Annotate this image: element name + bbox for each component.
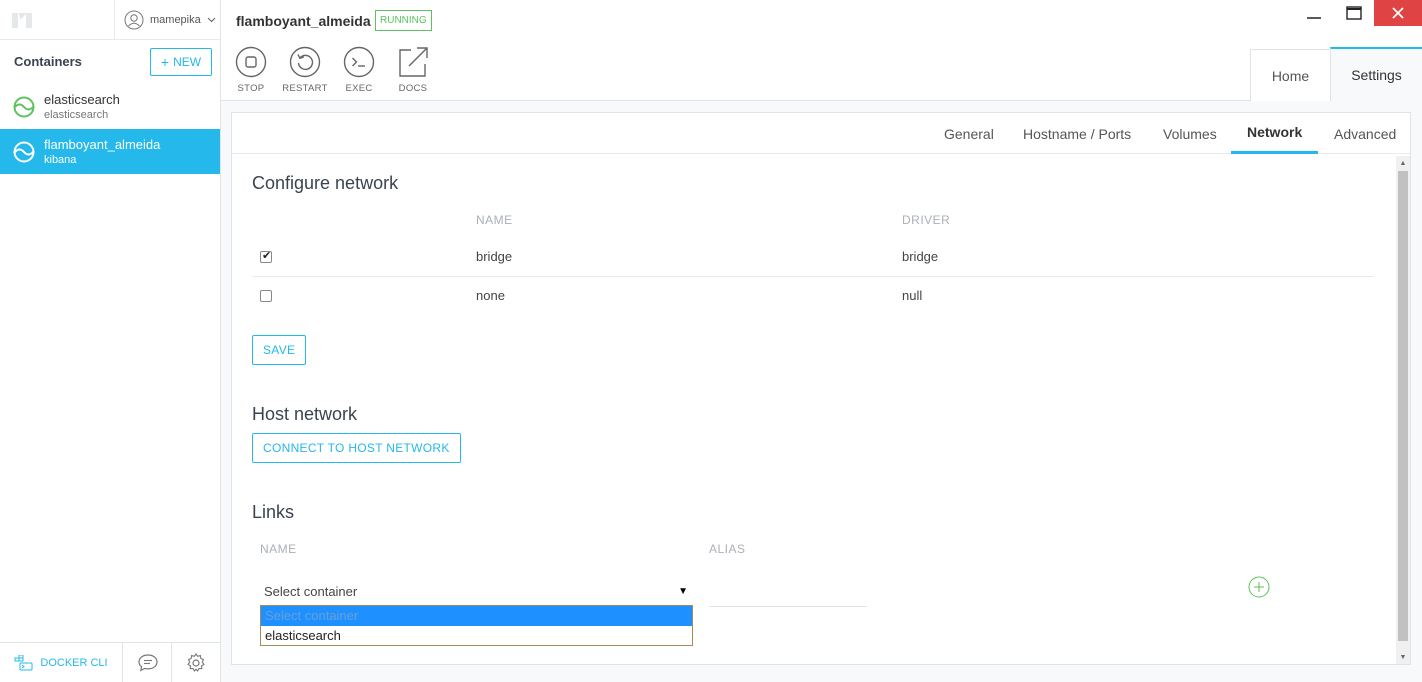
minimize-icon <box>1307 17 1321 19</box>
external-link-icon <box>399 47 428 77</box>
docs-button[interactable]: DOCS <box>388 46 438 94</box>
scrollbar-thumb[interactable] <box>1398 171 1408 641</box>
divider <box>114 0 115 40</box>
plus-icon: + <box>160 54 170 70</box>
network-checkbox-none[interactable] <box>260 290 272 302</box>
status-badge: RUNNING <box>375 10 432 31</box>
tab-home[interactable]: Home <box>1250 49 1330 101</box>
settings-panel: General Hostname / Ports Volumes Network… <box>231 112 1411 665</box>
user-menu[interactable]: mamepika <box>124 10 216 30</box>
chat-bubble-icon <box>137 654 158 672</box>
row-divider <box>252 276 1374 277</box>
close-icon <box>1392 7 1404 19</box>
save-network-button[interactable]: SAVE <box>252 335 307 365</box>
container-header: flamboyant_almeida RUNNING STOP RESTART … <box>221 0 1422 101</box>
scroll-down-icon[interactable]: ▼ <box>1396 650 1410 664</box>
container-select[interactable]: Select container ▼ <box>260 577 692 605</box>
connect-host-network-button[interactable]: CONNECT TO HOST NETWORK <box>252 433 461 463</box>
docker-cli-button[interactable]: DOCKER CLI <box>0 643 123 682</box>
container-image: kibana <box>44 154 77 166</box>
main-area: General Hostname / Ports Volumes Network… <box>221 101 1422 682</box>
settings-subtabs: General Hostname / Ports Volumes Network… <box>232 113 1410 154</box>
configure-network-title: Configure network <box>252 173 399 193</box>
tab-settings[interactable]: Settings <box>1330 47 1422 101</box>
subtab-hostname-ports[interactable]: Hostname / Ports <box>1007 113 1147 154</box>
links-title: Links <box>252 502 295 522</box>
user-avatar-icon <box>124 10 144 30</box>
network-name-header: NAME <box>476 213 513 227</box>
links-name-header: NAME <box>260 542 297 556</box>
sidebar: mamepika Containers + NEW elasticsearch … <box>0 0 221 682</box>
stop-button[interactable]: STOP <box>226 46 276 94</box>
sidebar-top-bar: mamepika <box>0 0 220 40</box>
container-running-icon <box>13 96 35 118</box>
stop-icon <box>235 46 267 78</box>
container-item-elasticsearch[interactable]: elasticsearch elasticsearch <box>0 84 220 129</box>
new-label: NEW <box>173 55 202 69</box>
alias-input[interactable] <box>709 577 867 607</box>
minimize-button[interactable] <box>1294 0 1334 26</box>
host-network-title: Host network <box>252 404 358 424</box>
scroll-up-icon[interactable]: ▲ <box>1396 156 1410 170</box>
network-name: none <box>476 288 505 303</box>
links-alias-header: ALIAS <box>709 542 746 556</box>
preferences-button[interactable] <box>172 643 220 682</box>
gear-icon <box>187 653 205 672</box>
subtab-general[interactable]: General <box>928 113 1010 154</box>
exec-label: EXEC <box>345 83 373 94</box>
containers-title: Containers <box>14 54 82 69</box>
container-select-dropdown: Select container elasticsearch <box>260 605 693 646</box>
containers-header: Containers + NEW <box>0 40 220 84</box>
dropdown-option[interactable]: Select container <box>261 606 692 626</box>
kitematic-logo-icon <box>12 13 32 28</box>
network-driver: bridge <box>902 249 939 264</box>
subtab-advanced[interactable]: Advanced <box>1318 113 1412 154</box>
exec-button[interactable]: EXEC <box>334 46 384 94</box>
maximize-icon <box>1346 6 1362 20</box>
feedback-button[interactable] <box>124 643 172 682</box>
container-name: elasticsearch <box>44 92 120 107</box>
maximize-button[interactable] <box>1334 0 1374 26</box>
subtab-network[interactable]: Network <box>1231 113 1319 154</box>
username: mamepika <box>150 14 201 26</box>
dropdown-option[interactable]: elasticsearch <box>261 626 692 646</box>
restart-icon <box>289 46 321 78</box>
sidebar-footer: DOCKER CLI <box>0 642 220 682</box>
new-container-button[interactable]: + NEW <box>150 48 212 76</box>
container-image: elasticsearch <box>44 109 109 121</box>
window-controls <box>1294 0 1422 26</box>
docker-cli-icon <box>14 655 33 671</box>
docker-cli-label: DOCKER CLI <box>40 657 108 669</box>
container-select-value: Select container <box>264 583 358 599</box>
container-name: flamboyant_almeida <box>44 137 161 152</box>
network-driver-header: DRIVER <box>902 213 951 227</box>
close-button[interactable] <box>1374 0 1422 26</box>
restart-button[interactable]: RESTART <box>280 46 330 94</box>
stop-label: STOP <box>237 83 265 94</box>
network-checkbox-bridge[interactable] <box>260 249 272 263</box>
container-title: flamboyant_almeida <box>236 13 371 29</box>
container-running-icon <box>13 141 35 163</box>
network-name: bridge <box>476 249 513 264</box>
subtab-volumes[interactable]: Volumes <box>1147 113 1233 154</box>
restart-label: RESTART <box>282 83 328 94</box>
container-item-flamboyant-almeida[interactable]: flamboyant_almeida kibana <box>0 129 220 174</box>
chevron-down-icon <box>207 17 216 23</box>
network-driver: null <box>902 288 923 303</box>
vertical-scrollbar[interactable]: ▲ ▼ <box>1396 156 1410 664</box>
add-link-icon[interactable] <box>1248 576 1270 598</box>
terminal-icon <box>343 46 375 78</box>
dropdown-arrow-icon: ▼ <box>678 585 688 597</box>
docs-label: DOCS <box>398 83 428 94</box>
